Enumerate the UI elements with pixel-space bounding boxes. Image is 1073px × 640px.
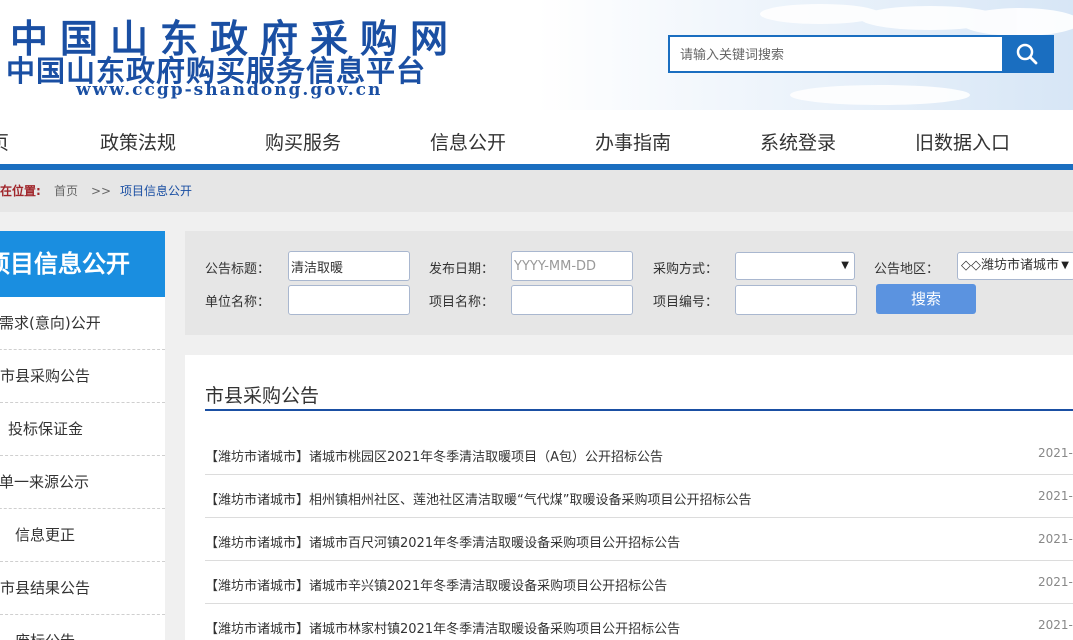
date-label: 发布日期： [429,262,495,277]
sidebar-item-demand[interactable]: 县需求(意向)公开 [0,297,165,350]
breadcrumb-separator: >> [91,184,112,198]
sidebar-item-single-source[interactable]: 县单一来源公示 [0,456,165,509]
breadcrumb: 所在位置: 首页 >> 项目信息公开 [0,170,1073,212]
breadcrumb-current[interactable]: 项目信息公开 [120,170,192,212]
breadcrumb-label: 所在位置: [0,184,41,198]
sidebar-item-bid-bond[interactable]: 投标保证金 [0,403,165,456]
unit-input[interactable] [288,285,410,315]
chevron-down-icon: ▼ [1061,260,1069,271]
nav-policy[interactable]: 政策法规 [100,128,176,155]
sidebar-item-failed-bid[interactable]: 废标公告 [0,615,165,640]
search-icon [1016,43,1038,65]
nav-purchase-service[interactable]: 购买服务 [265,128,341,155]
notice-title[interactable]: 【潍坊市诸城市】诸城市桃园区2021年冬季清洁取暖项目（A包）公开招标公告 [205,446,663,465]
project-name-input[interactable] [511,285,633,315]
logo-url: www.ccgp-shandong.gov.cn [76,80,383,100]
nav-home[interactable]: 页 [0,128,9,155]
content-title: 市县采购公告 [205,385,320,407]
list-item[interactable]: 【潍坊市诸城市】诸城市百尺河镇2021年冬季清洁取暖设备采购项目公开招标公告 2… [205,518,1073,561]
method-label: 采购方式： [653,262,719,277]
list-item[interactable]: 【潍坊市诸城市】诸城市林家村镇2021年冬季清洁取暖设备采购项目公开招标公告 2… [205,604,1073,640]
sidebar-title: 项目信息公开 [0,231,165,297]
method-select[interactable]: ▼ [735,252,855,280]
date-input[interactable] [511,251,633,281]
sidebar-item-procurement-notice[interactable]: 市县采购公告 [0,350,165,403]
region-select[interactable]: ◇◇潍坊市诸城市 ▼ [957,252,1073,280]
search-input[interactable] [670,37,1004,71]
notice-list-panel: 市县采购公告 【潍坊市诸城市】诸城市桃园区2021年冬季清洁取暖项目（A包）公开… [185,355,1073,640]
filter-panel: 公告标题： 发布日期： 采购方式： ▼ 公告地区： ◇◇潍坊市诸城市 ▼ 单位名… [185,231,1073,335]
notice-title[interactable]: 【潍坊市诸城市】诸城市百尺河镇2021年冬季清洁取暖设备采购项目公开招标公告 [205,532,680,551]
notice-title[interactable]: 【潍坊市诸城市】相州镇相州社区、莲池社区清洁取暖“气代煤”取暖设备采购项目公开招… [205,489,751,508]
project-name-label: 项目名称： [429,295,495,310]
unit-label: 单位名称： [205,295,271,310]
site-header: 中国山东政府采购网 中国山东政府购买服务信息平台 www.ccgp-shando… [0,0,1073,110]
nav-login[interactable]: 系统登录 [760,128,836,155]
list-item[interactable]: 【潍坊市诸城市】诸城市辛兴镇2021年冬季清洁取暖设备采购项目公开招标公告 20… [205,561,1073,604]
title-input[interactable] [288,251,410,281]
notice-date: 2021-0 [1038,618,1073,632]
search-button[interactable] [1002,37,1052,71]
region-value: ◇◇潍坊市诸城市 [961,258,1059,273]
title-divider [205,409,1073,411]
nav-old-data[interactable]: 旧数据入口 [915,128,1010,155]
project-no-label: 项目编号： [653,295,719,310]
notice-title[interactable]: 【潍坊市诸城市】诸城市辛兴镇2021年冬季清洁取暖设备采购项目公开招标公告 [205,575,667,594]
filter-search-button[interactable]: 搜索 [876,284,976,314]
chevron-down-icon: ▼ [841,260,849,271]
sidebar: 项目信息公开 县需求(意向)公开 市县采购公告 投标保证金 县单一来源公示 信息… [0,231,165,640]
sidebar-item-result-notice[interactable]: 市县结果公告 [0,562,165,615]
notice-date: 2021-0 [1038,575,1073,589]
breadcrumb-home[interactable]: 首页 [54,170,78,212]
list-item[interactable]: 【潍坊市诸城市】诸城市桃园区2021年冬季清洁取暖项目（A包）公开招标公告 20… [205,432,1073,475]
notice-date: 2021-0 [1038,532,1073,546]
main-nav: 页 政策法规 购买服务 信息公开 办事指南 系统登录 旧数据入口 [0,110,1073,170]
list-item[interactable]: 【潍坊市诸城市】相州镇相州社区、莲池社区清洁取暖“气代煤”取暖设备采购项目公开招… [205,475,1073,518]
notice-date: 2021-0 [1038,446,1073,460]
region-label: 公告地区： [874,262,940,277]
search-box [668,35,1054,73]
nav-info-public[interactable]: 信息公开 [430,128,506,155]
title-label: 公告标题： [205,262,271,277]
nav-guide[interactable]: 办事指南 [595,128,671,155]
project-no-input[interactable] [735,285,857,315]
sidebar-item-correction[interactable]: 信息更正 [0,509,165,562]
notice-title[interactable]: 【潍坊市诸城市】诸城市林家村镇2021年冬季清洁取暖设备采购项目公开招标公告 [205,618,680,637]
notice-date: 2021-0 [1038,489,1073,503]
